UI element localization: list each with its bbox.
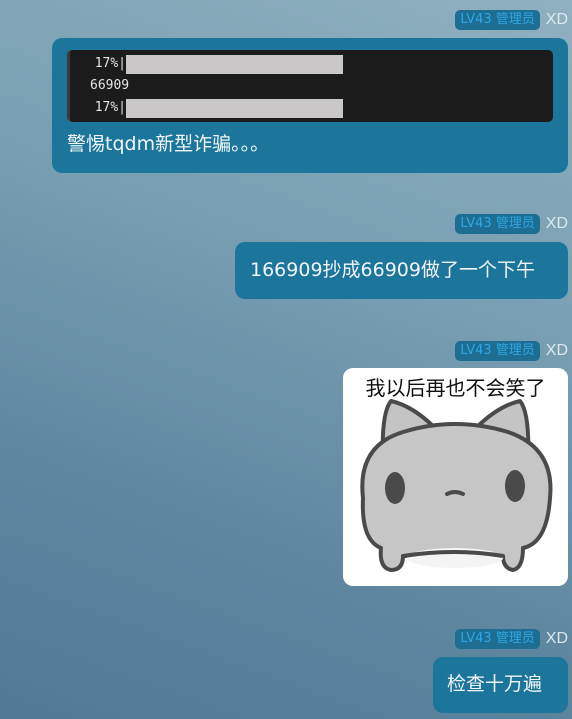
sender-name[interactable]: XD xyxy=(546,630,568,648)
gray-cat-face-icon xyxy=(360,399,553,572)
progress-bar xyxy=(126,98,343,118)
code-block: 17%| 66909 17%| xyxy=(67,50,553,122)
message-text: 警惕tqdm新型诈骗。。。 xyxy=(67,133,270,155)
sender-name[interactable]: XD xyxy=(546,342,568,360)
code-line: 17%| xyxy=(78,53,547,75)
message-header: LV43 管理员 XD xyxy=(455,9,568,31)
level-badge: LV43 管理员 xyxy=(455,629,540,649)
level-badge: LV43 管理员 xyxy=(455,214,540,234)
sticker-image[interactable]: 我以后再也不会笑了 xyxy=(343,368,568,586)
message-header: LV43 管理员 XD xyxy=(455,628,568,650)
message-text: 检查十万遍 xyxy=(447,673,543,695)
sender-name[interactable]: XD xyxy=(546,215,568,233)
code-text: 17%| xyxy=(94,100,126,115)
message-header: LV43 管理员 XD xyxy=(455,340,568,362)
message-text: 166909抄成66909做了一个下午 xyxy=(250,259,535,281)
message-bubble[interactable]: 17%| 66909 17%| 警惕tqdm新型诈骗。。。 xyxy=(52,38,568,173)
sender-name[interactable]: XD xyxy=(546,11,568,29)
level-badge: LV43 管理员 xyxy=(455,341,540,361)
progress-bar xyxy=(126,54,343,74)
level-badge: LV43 管理员 xyxy=(455,10,540,30)
message-header: LV43 管理员 XD xyxy=(455,213,568,235)
code-line: 17%| xyxy=(78,97,547,119)
message-bubble[interactable]: 166909抄成66909做了一个下午 xyxy=(235,242,568,299)
code-line: 66909 xyxy=(78,75,547,97)
message-bubble[interactable]: 检查十万遍 xyxy=(433,657,568,713)
